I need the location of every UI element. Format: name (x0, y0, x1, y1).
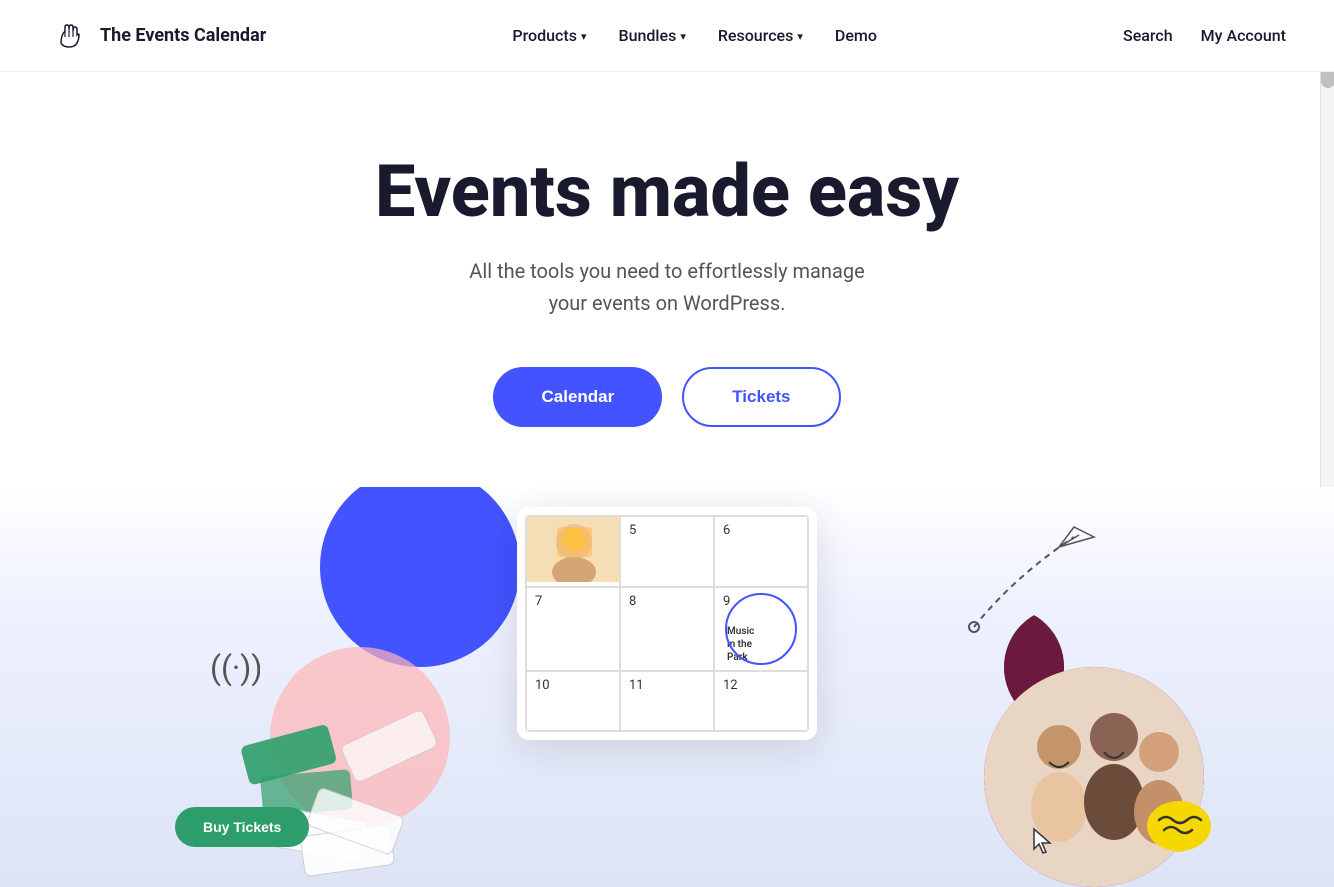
calendar-grid: 5 6 7 8 9 Musicin thePark 10 11 (525, 515, 809, 732)
event-circle (725, 593, 797, 665)
tickets-illustration (210, 687, 490, 887)
cal-cell-8: 8 (620, 587, 714, 671)
cursor-icon (1032, 827, 1054, 860)
cal-cell-11: 11 (620, 671, 714, 731)
tickets-scatter (210, 687, 490, 887)
wifi-rings-icon: ((·)) (210, 647, 260, 687)
calendar-image-cell (527, 517, 620, 582)
nav-products[interactable]: Products ▾ (512, 26, 586, 45)
mouse-cursor-icon (1032, 827, 1054, 855)
hero-section: Events made easy All the tools you need … (0, 72, 1334, 427)
hero-title: Events made easy (48, 152, 1286, 231)
svg-text:((·)): ((·)) (210, 649, 260, 687)
site-logo[interactable]: The Events Calendar (48, 15, 266, 57)
search-link[interactable]: Search (1123, 26, 1173, 45)
logo-text: The Events Calendar (100, 25, 266, 46)
cal-cell-9: 9 Musicin thePark (714, 587, 808, 671)
cal-cell-7: 7 (526, 587, 620, 671)
nav-right: Search My Account (1123, 26, 1286, 45)
navbar: The Events Calendar Products ▾ Bundles ▾… (0, 0, 1334, 72)
tickets-button[interactable]: Tickets (682, 367, 840, 427)
cal-cell-5: 5 (620, 516, 714, 587)
hero-subtitle: All the tools you need to effortlessly m… (48, 255, 1286, 319)
logo-icon (48, 15, 90, 57)
nav-bundles[interactable]: Bundles ▾ (619, 26, 686, 45)
cal-cell-12: 12 (714, 671, 808, 731)
bundles-chevron-icon: ▾ (680, 30, 686, 43)
calendar-widget: 5 6 7 8 9 Musicin thePark 10 11 (517, 507, 817, 740)
cal-cell-4 (526, 516, 620, 587)
cal-cell-10: 10 (526, 671, 620, 731)
yellow-speech-bubble (1144, 798, 1214, 862)
calendar-button[interactable]: Calendar (493, 367, 662, 427)
dashed-arc-decoration (964, 517, 1104, 637)
my-account-link[interactable]: My Account (1201, 26, 1286, 45)
illustration-area: ((·)) Buy Tickets (0, 487, 1334, 887)
resources-chevron-icon: ▾ (797, 30, 803, 43)
cal-cell-6: 6 (714, 516, 808, 587)
products-chevron-icon: ▾ (581, 30, 587, 43)
hero-buttons: Calendar Tickets (48, 367, 1286, 427)
nav-resources[interactable]: Resources ▾ (718, 26, 803, 45)
nav-center: Products ▾ Bundles ▾ Resources ▾ Demo (512, 26, 877, 45)
nav-demo[interactable]: Demo (835, 26, 877, 45)
buy-tickets-button[interactable]: Buy Tickets (175, 807, 309, 847)
speech-bubble-icon (1144, 798, 1214, 858)
blue-circle-decoration (320, 487, 520, 667)
